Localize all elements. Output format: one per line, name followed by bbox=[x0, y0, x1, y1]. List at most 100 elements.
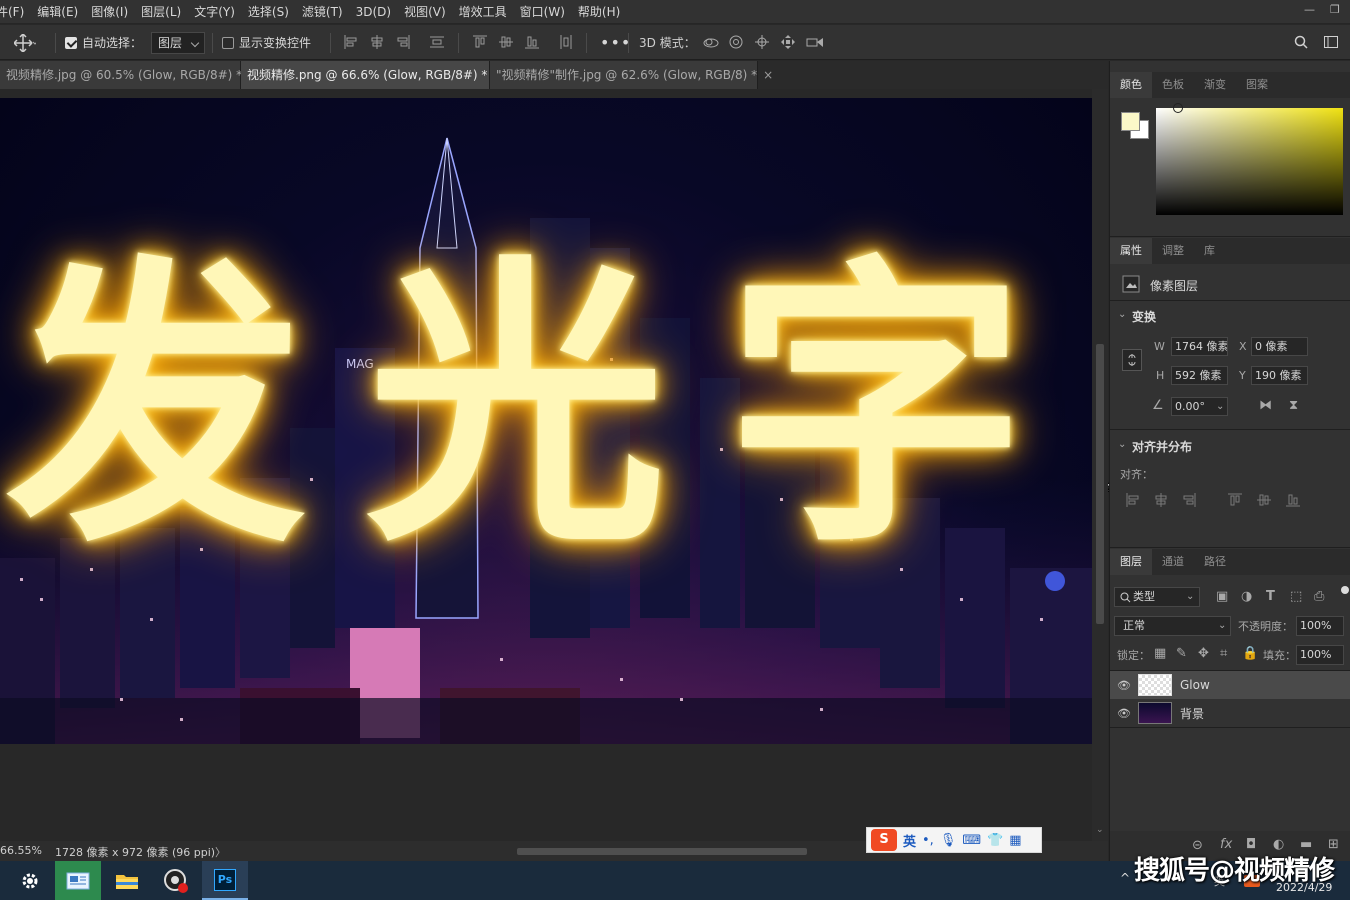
taskbar-date[interactable]: 2022/4/29 bbox=[1276, 881, 1332, 894]
3d-camera-icon[interactable] bbox=[806, 35, 824, 49]
app-icon-green[interactable] bbox=[55, 861, 101, 900]
status-menu-icon[interactable]: 〉 bbox=[215, 844, 226, 860]
menu-window[interactable]: 窗口(W) bbox=[514, 0, 572, 24]
flip-vertical-icon[interactable]: ⧗ bbox=[1289, 399, 1298, 413]
doc-tab-1[interactable]: 视频精修.jpg @ 60.5% (Glow, RGB/8#) *× bbox=[0, 61, 258, 89]
screen-recorder-icon[interactable] bbox=[153, 861, 199, 900]
filter-adjustment-icon[interactable]: ◑ bbox=[1241, 590, 1252, 604]
3d-slide-icon[interactable] bbox=[781, 35, 795, 49]
ime-punctuation[interactable]: •, bbox=[922, 833, 934, 848]
align-hcenter-icon[interactable] bbox=[370, 35, 384, 49]
menu-edit[interactable]: 编辑(E) bbox=[31, 0, 85, 24]
opacity-input[interactable]: 100% bbox=[1296, 616, 1344, 636]
3d-roll-icon[interactable] bbox=[729, 35, 743, 49]
y-input[interactable]: 190 像素 bbox=[1251, 366, 1308, 385]
filter-type-icon[interactable]: T bbox=[1266, 590, 1275, 604]
search-icon[interactable] bbox=[1294, 35, 1308, 49]
keyboard-icon[interactable]: ⌨ bbox=[962, 833, 981, 848]
blend-mode-dropdown[interactable]: 正常 bbox=[1114, 616, 1231, 636]
align-section-title[interactable]: 对齐并分布 bbox=[1132, 438, 1192, 455]
3d-orbit-icon[interactable] bbox=[702, 35, 720, 49]
lock-artboard-icon[interactable]: ⌗ bbox=[1220, 647, 1227, 661]
scroll-down-icon[interactable]: ⌄ bbox=[1096, 825, 1104, 835]
doc-tab-2[interactable]: 视频精修.png @ 66.6% (Glow, RGB/8#) *× bbox=[241, 61, 503, 89]
layer-name[interactable]: Glow bbox=[1180, 678, 1210, 692]
glow-text[interactable]: 发光字 bbox=[0, 248, 1092, 568]
menu-file[interactable]: 件(F) bbox=[0, 0, 31, 24]
menu-filter[interactable]: 滤镜(T) bbox=[296, 0, 350, 24]
fill-input[interactable]: 100% bbox=[1296, 645, 1344, 665]
align-right-icon[interactable] bbox=[396, 35, 410, 49]
layer-row-glow[interactable]: 👁 Glow bbox=[1110, 671, 1350, 699]
show-transform-checkbox[interactable] bbox=[222, 36, 234, 49]
canvas-area[interactable]: MAG 发光字 bbox=[0, 89, 1113, 841]
tab-channels[interactable]: 通道 bbox=[1152, 549, 1194, 575]
tab-libraries[interactable]: 库 bbox=[1194, 238, 1225, 264]
tab-color[interactable]: 颜色 bbox=[1110, 72, 1152, 98]
x-input[interactable]: 0 像素 bbox=[1251, 337, 1308, 356]
layer-name[interactable]: 背景 bbox=[1180, 705, 1204, 722]
link-icon[interactable] bbox=[1122, 349, 1142, 371]
foreground-color-swatch[interactable] bbox=[1121, 112, 1140, 131]
lock-paint-icon[interactable]: ✎ bbox=[1176, 647, 1187, 661]
settings-icon[interactable] bbox=[7, 861, 53, 900]
ime-language[interactable]: 英 bbox=[903, 831, 916, 850]
auto-select-checkbox[interactable] bbox=[65, 36, 77, 49]
panel-align-left-icon[interactable] bbox=[1126, 493, 1140, 507]
chevron-down-icon[interactable]: ⌄ bbox=[1218, 619, 1226, 633]
align-left-icon[interactable] bbox=[344, 35, 358, 49]
tray-expand-icon[interactable]: ^ bbox=[1120, 871, 1130, 885]
toolbox-icon[interactable]: ▦ bbox=[1009, 833, 1021, 848]
color-picker-field[interactable] bbox=[1156, 108, 1343, 215]
menu-view[interactable]: 视图(V) bbox=[398, 0, 453, 24]
horizontal-scroll-thumb[interactable] bbox=[517, 848, 807, 855]
tab-adjustments[interactable]: 调整 bbox=[1152, 238, 1194, 264]
zoom-level[interactable]: 66.55% bbox=[0, 844, 42, 857]
menu-plugins[interactable]: 增效工具 bbox=[453, 0, 514, 24]
tab-properties[interactable]: 属性 bbox=[1110, 238, 1152, 264]
more-options-icon[interactable]: ••• bbox=[600, 25, 631, 60]
distribute-vertical-icon[interactable] bbox=[559, 35, 573, 49]
ime-toolbar[interactable]: S 英 •, 🎙 ⌨ 👕 ▦ bbox=[866, 827, 1042, 853]
lock-transparent-icon[interactable]: ▦ bbox=[1154, 647, 1166, 661]
vertical-scroll-thumb[interactable] bbox=[1096, 344, 1104, 624]
vertical-scrollbar[interactable]: ⌄ bbox=[1092, 89, 1108, 841]
filter-pixel-icon[interactable]: ▣ bbox=[1216, 590, 1228, 604]
angle-dropdown-icon[interactable]: ⌄ bbox=[1216, 400, 1224, 414]
photoshop-icon[interactable]: Ps bbox=[202, 861, 248, 900]
filter-toggle-icon[interactable] bbox=[1341, 586, 1349, 594]
tab-gradients[interactable]: 渐变 bbox=[1194, 72, 1236, 98]
move-tool-icon[interactable] bbox=[14, 25, 36, 60]
transform-section-title[interactable]: 变换 bbox=[1132, 308, 1156, 325]
menu-layer[interactable]: 图层(L) bbox=[135, 0, 188, 24]
visibility-eye-icon[interactable]: 👁 bbox=[1110, 707, 1138, 720]
minimize-icon[interactable]: — bbox=[1304, 4, 1316, 16]
filter-shape-icon[interactable]: ⬚ bbox=[1290, 590, 1302, 604]
menu-type[interactable]: 文字(Y) bbox=[188, 0, 242, 24]
panel-align-right-icon[interactable] bbox=[1182, 493, 1196, 507]
tab-layers[interactable]: 图层 bbox=[1110, 549, 1152, 575]
restore-icon[interactable]: ❐ bbox=[1330, 4, 1342, 16]
panel-align-vcenter-icon[interactable] bbox=[1257, 493, 1271, 507]
menu-select[interactable]: 选择(S) bbox=[242, 0, 296, 24]
height-input[interactable]: 592 像素 bbox=[1171, 366, 1228, 385]
align-top-icon[interactable] bbox=[473, 35, 487, 49]
chevron-down-icon[interactable]: ⌄ bbox=[1118, 438, 1126, 452]
width-input[interactable]: 1764 像素 bbox=[1171, 337, 1228, 356]
skin-icon[interactable]: 👕 bbox=[987, 833, 1003, 848]
close-icon[interactable]: × bbox=[763, 68, 773, 82]
align-vcenter-icon[interactable] bbox=[499, 35, 513, 49]
chevron-down-icon[interactable]: ⌄ bbox=[1186, 590, 1194, 604]
tab-patterns[interactable]: 图案 bbox=[1236, 72, 1278, 98]
microphone-icon[interactable]: 🎙 bbox=[940, 833, 957, 848]
tab-paths[interactable]: 路径 bbox=[1194, 549, 1236, 575]
panel-align-top-icon[interactable] bbox=[1228, 493, 1242, 507]
workspace-icon[interactable] bbox=[1324, 35, 1338, 49]
filter-smartobject-icon[interactable]: ⎙ bbox=[1314, 590, 1324, 604]
menu-help[interactable]: 帮助(H) bbox=[572, 0, 627, 24]
layer-row-background[interactable]: 👁 背景 bbox=[1110, 699, 1350, 727]
doc-tab-3[interactable]: "视频精修"制作.jpg @ 62.6% (Glow, RGB/8) * × bbox=[490, 61, 773, 89]
align-bottom-icon[interactable] bbox=[525, 35, 539, 49]
flip-horizontal-icon[interactable]: ⧓ bbox=[1259, 399, 1272, 413]
lock-all-icon[interactable]: 🔒 bbox=[1242, 647, 1258, 661]
